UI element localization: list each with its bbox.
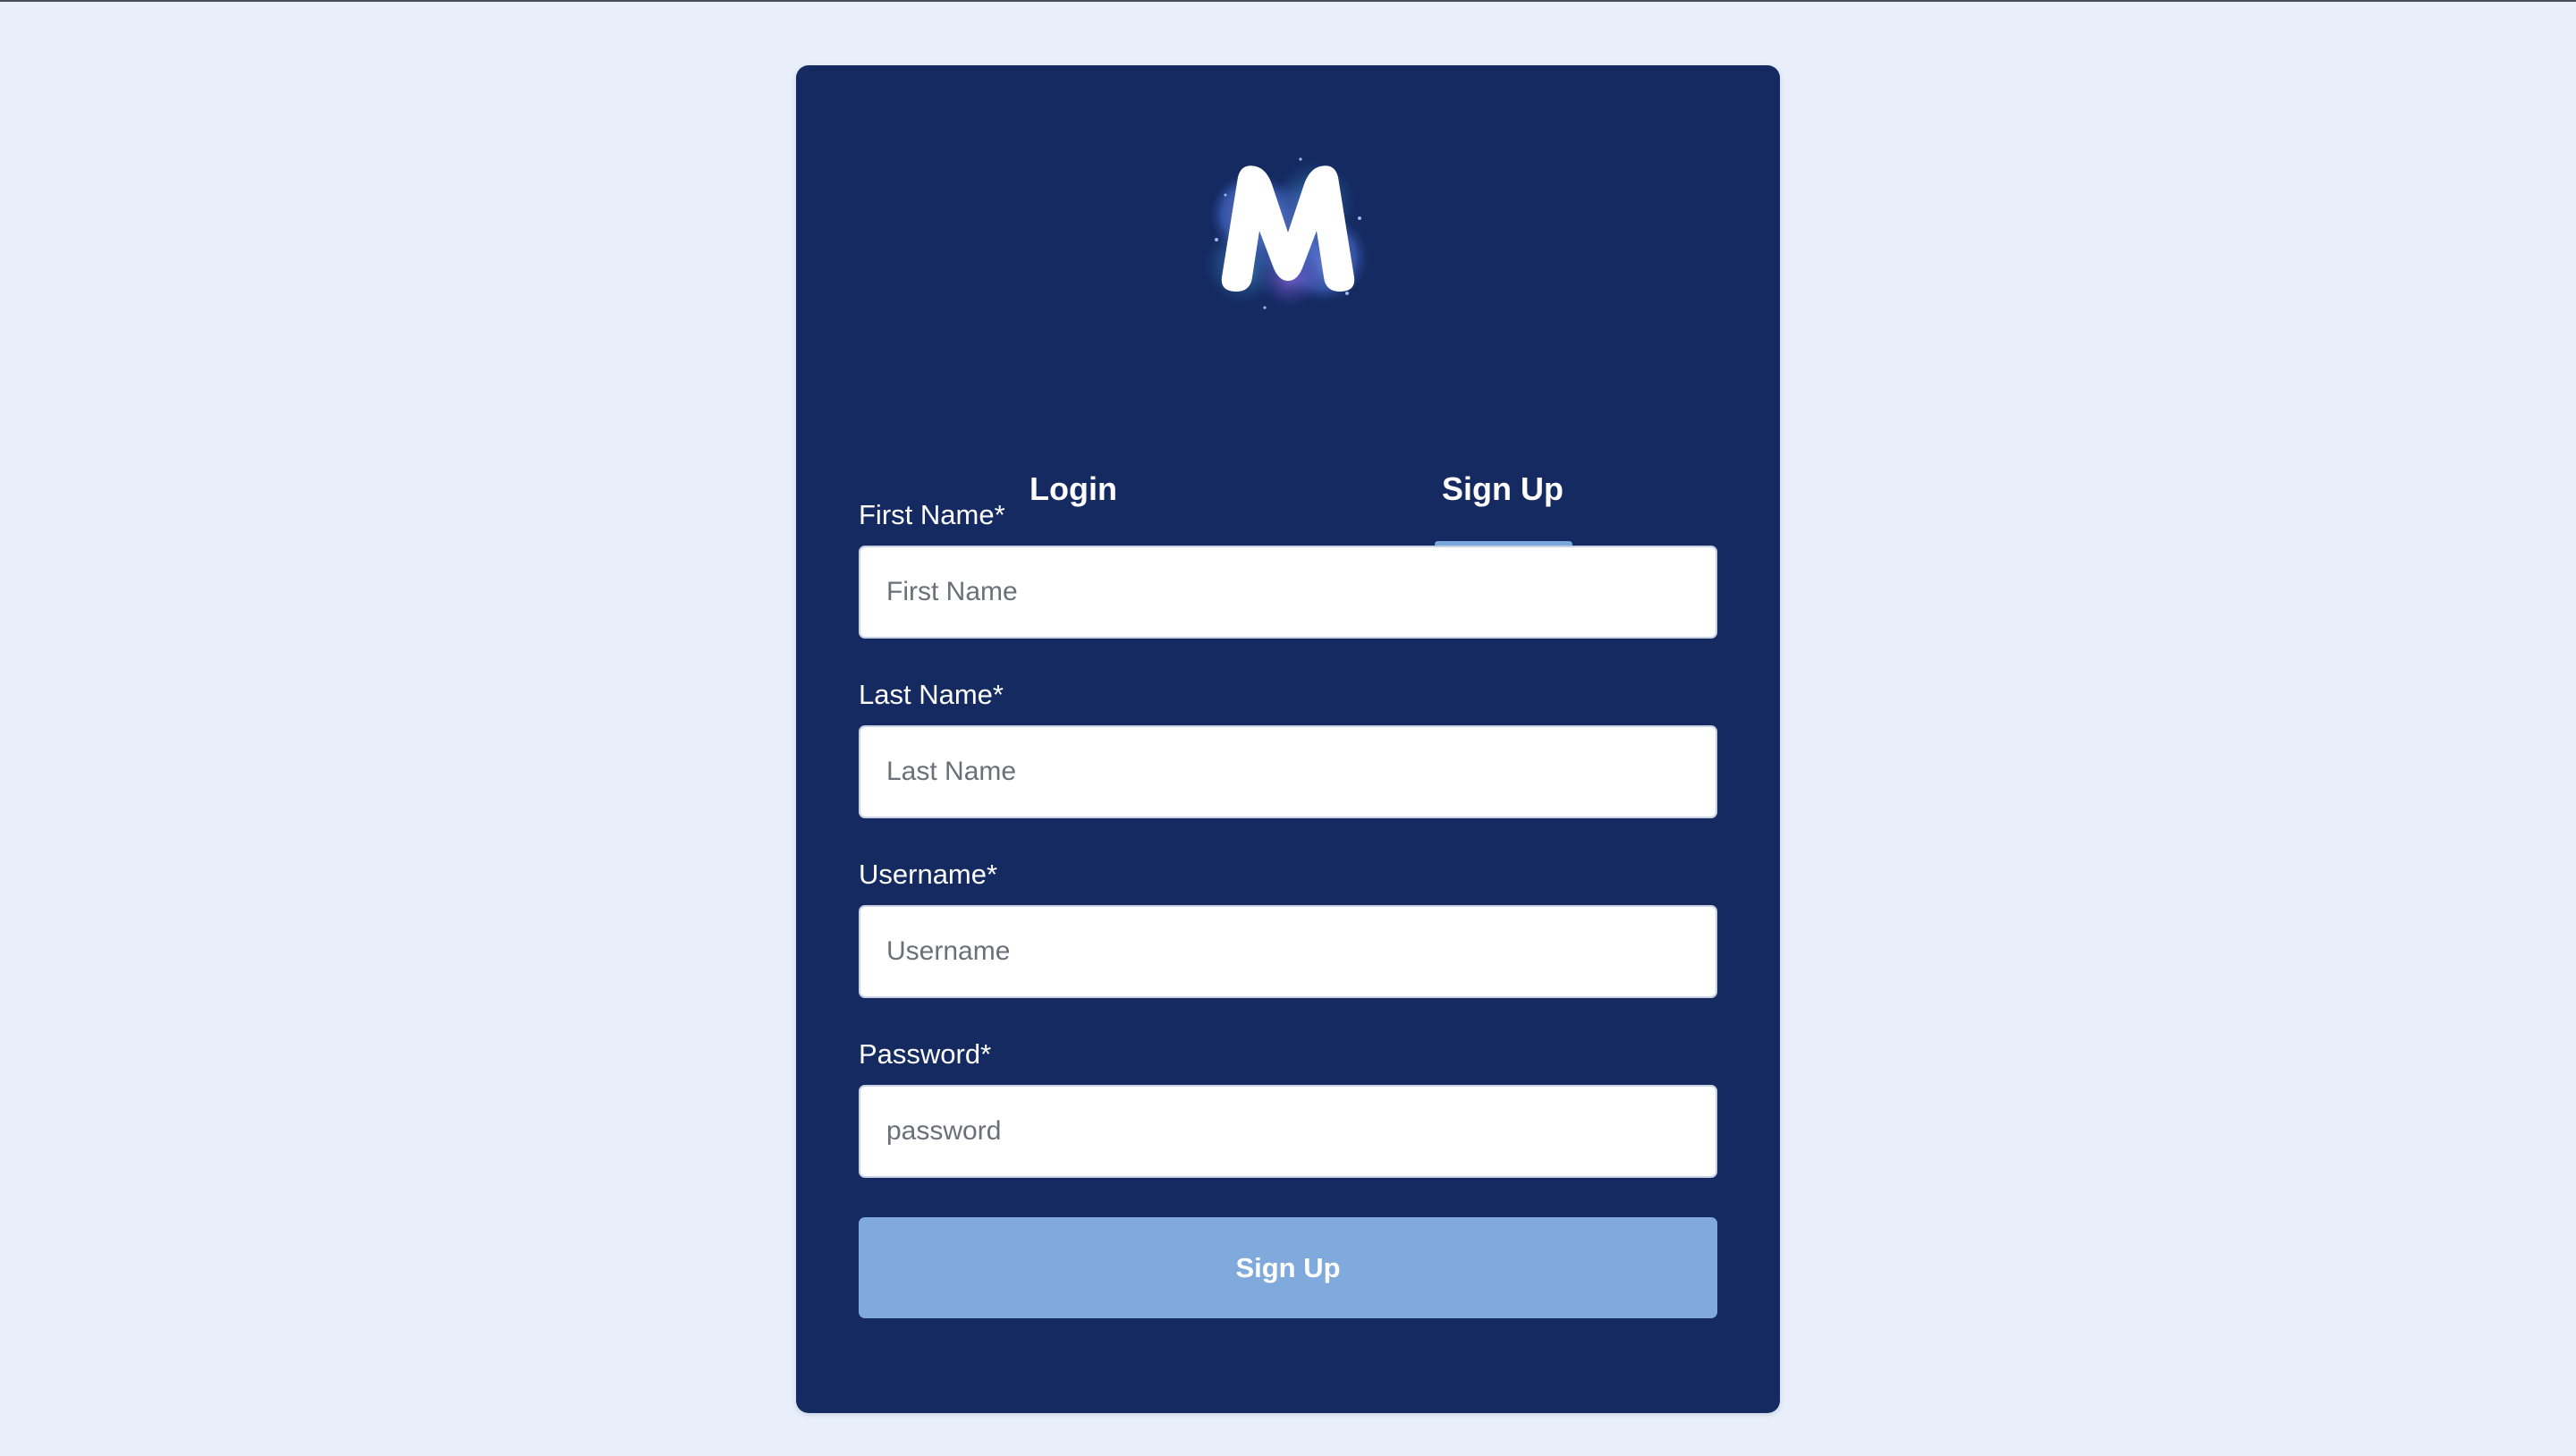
last-name-input[interactable] xyxy=(859,725,1717,818)
username-label: Username* xyxy=(859,859,998,890)
last-name-label: Last Name* xyxy=(859,679,1004,710)
last-name-group: Last Name* xyxy=(859,677,1717,818)
first-name-group: First Name* xyxy=(859,497,1717,639)
m-logo-icon xyxy=(1190,132,1386,329)
sign-up-button[interactable]: Sign Up xyxy=(859,1217,1717,1318)
username-group: Username* xyxy=(859,857,1717,998)
password-input[interactable] xyxy=(859,1085,1717,1178)
password-label: Password* xyxy=(859,1038,992,1070)
signup-card: Login Sign Up First Name* Last Name* Use… xyxy=(796,65,1780,1413)
password-group: Password* xyxy=(859,1037,1717,1178)
username-input[interactable] xyxy=(859,905,1717,998)
first-name-input[interactable] xyxy=(859,546,1717,639)
first-name-label: First Name* xyxy=(859,499,1005,530)
